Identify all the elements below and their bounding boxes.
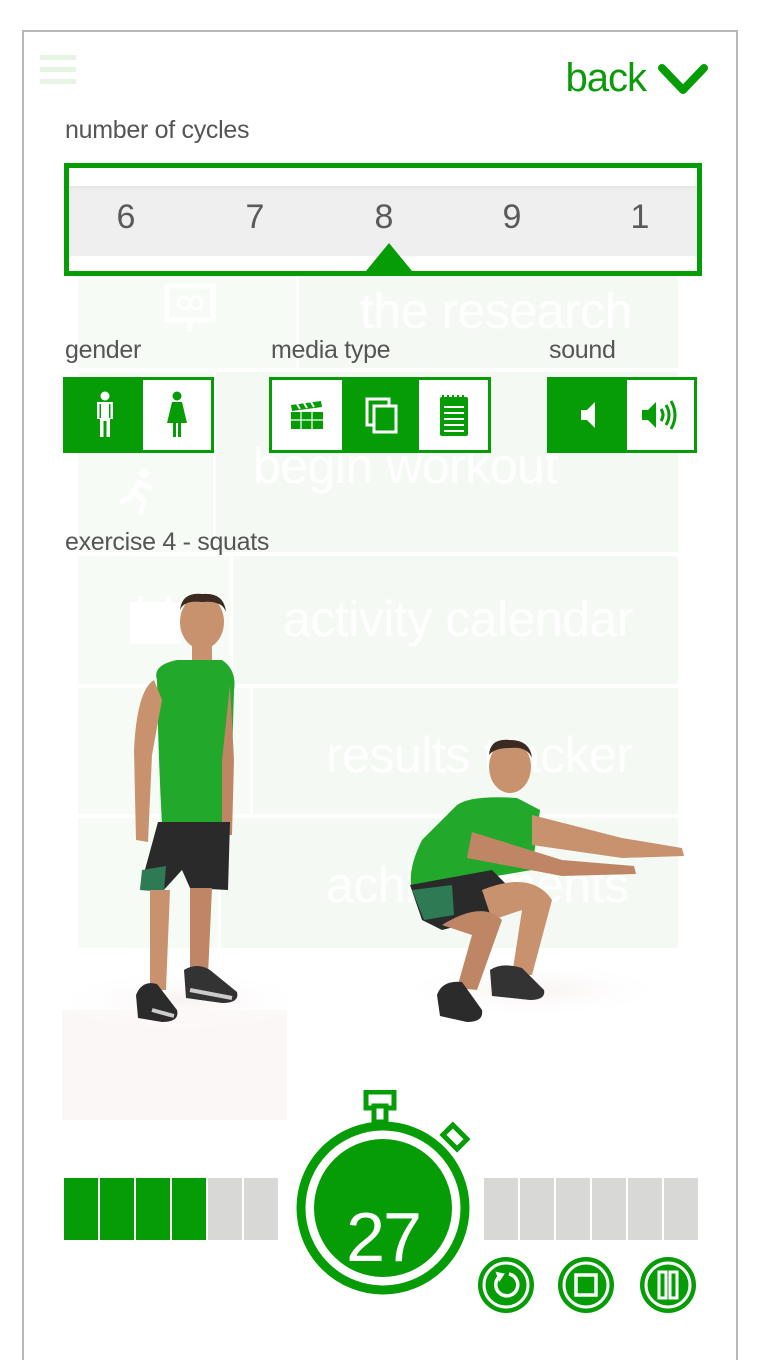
back-button[interactable]: back: [565, 56, 708, 101]
workout-progress-right: [484, 1178, 700, 1240]
media-text-button[interactable]: [419, 380, 488, 450]
media-type-toggle: [269, 377, 491, 453]
progress-segment-pending: [556, 1178, 590, 1240]
media-images-button[interactable]: [342, 380, 419, 450]
progress-segment-pending: [208, 1178, 242, 1240]
restart-button[interactable]: [477, 1256, 535, 1314]
standing-figure: [134, 593, 238, 1022]
cycles-option[interactable]: 7: [225, 198, 285, 237]
gender-label: gender: [65, 336, 142, 364]
runner-icon: [118, 467, 158, 527]
gender-toggle: [63, 377, 214, 453]
exercise-title: exercise 4 - squats: [65, 528, 270, 556]
notepad-icon: [439, 395, 468, 436]
hamburger-icon[interactable]: [40, 55, 76, 84]
exercise-image: [62, 593, 684, 1120]
timer-seconds: 27: [346, 1198, 422, 1276]
progress-segment-pending: [520, 1178, 554, 1240]
progress-segment-complete: [172, 1178, 206, 1240]
speaker-loud-icon: [641, 400, 676, 430]
selection-pointer-icon: [366, 243, 412, 271]
sound-label: sound: [549, 336, 616, 364]
back-label: back: [565, 56, 647, 100]
pause-icon: [640, 1257, 696, 1313]
male-icon: [96, 391, 113, 437]
progress-segment-pending: [664, 1178, 698, 1240]
sound-loud-button[interactable]: [627, 380, 694, 450]
progress-segment-pending: [628, 1178, 662, 1240]
stop-button[interactable]: [557, 1256, 615, 1314]
cycles-option[interactable]: 6: [96, 198, 156, 237]
photos-icon: [365, 397, 397, 434]
cycles-option[interactable]: 9: [482, 198, 542, 237]
ghost-menu-label: the research: [360, 283, 632, 339]
stop-icon: [558, 1257, 614, 1313]
media-type-label: media type: [271, 336, 391, 364]
countdown-timer[interactable]: 27: [288, 1089, 478, 1302]
gender-female-button[interactable]: [143, 380, 211, 450]
pause-button[interactable]: [639, 1256, 697, 1314]
video-clapper-icon: [291, 401, 323, 429]
cycles-option-selected[interactable]: 8: [354, 198, 414, 237]
gender-male-button[interactable]: [66, 380, 143, 450]
cycles-picker[interactable]: 6 7 8 9 1: [64, 163, 702, 276]
progress-segment-complete: [64, 1178, 98, 1240]
cycles-label: number of cycles: [65, 116, 250, 144]
restart-icon: [478, 1257, 534, 1313]
female-icon: [167, 391, 187, 437]
workout-progress-left: [64, 1178, 280, 1240]
progress-segment-pending: [244, 1178, 278, 1240]
chevron-down-icon: [658, 63, 708, 94]
cycles-option[interactable]: 1: [610, 198, 670, 237]
progress-segment-pending: [592, 1178, 626, 1240]
sound-mute-button[interactable]: [550, 380, 627, 450]
media-video-button[interactable]: [272, 380, 342, 450]
presentation-icon: [163, 280, 217, 344]
progress-segment-complete: [100, 1178, 134, 1240]
sound-toggle: [547, 377, 697, 453]
progress-segment-pending: [484, 1178, 518, 1240]
progress-segment-complete: [136, 1178, 170, 1240]
speaker-mute-icon: [580, 402, 595, 428]
